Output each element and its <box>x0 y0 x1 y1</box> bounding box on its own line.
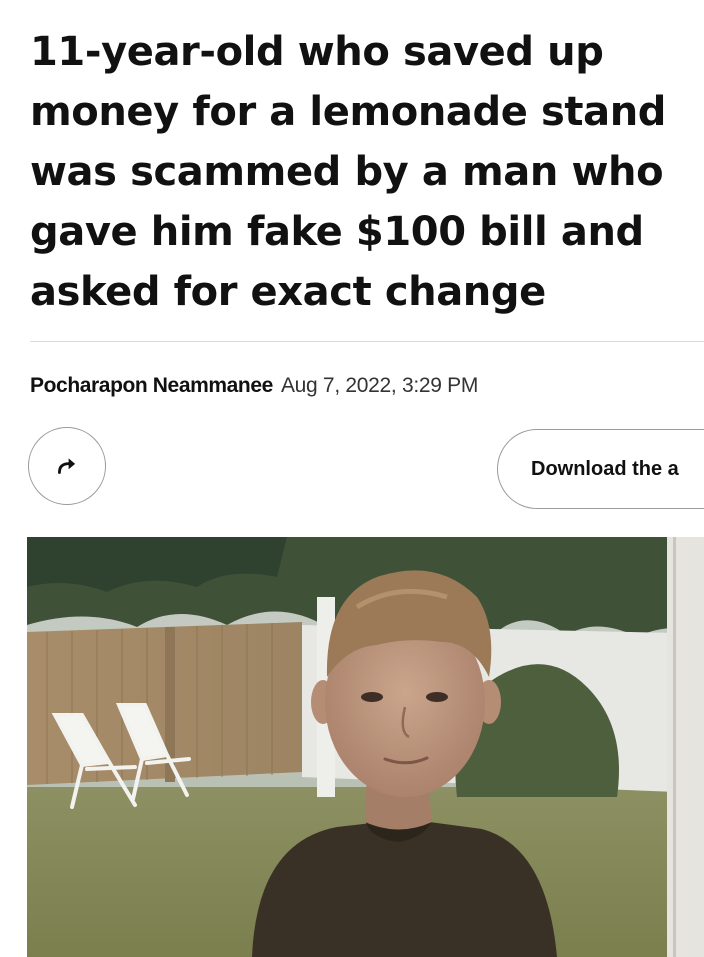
headline-divider <box>30 341 704 342</box>
author-name[interactable]: Pocharapon Neammanee <box>30 374 273 397</box>
publish-date: Aug 7, 2022, 3:29 PM <box>280 374 479 397</box>
headline-line-2: money for a lemonade stand <box>30 89 667 135</box>
headline-line-3: was scammed by a man who <box>30 149 664 195</box>
download-app-button[interactable]: Download the a <box>497 429 704 509</box>
headline-line-4: gave him fake $100 bill and <box>30 209 644 255</box>
share-arrow-icon <box>58 458 76 474</box>
headline-line-5: asked for exact change <box>30 269 546 315</box>
share-button[interactable] <box>28 427 106 505</box>
article-headline: 11-year-old who saved up money for a lem… <box>30 22 700 322</box>
article-page: 11-year-old who saved up money for a lem… <box>0 0 704 957</box>
download-app-label: Download the a <box>531 457 679 480</box>
byline: Pocharapon Neammanee Aug 7, 2022, 3:29 PM <box>30 372 478 400</box>
article-photo <box>27 537 704 957</box>
boy-photo-illustration <box>27 537 704 957</box>
headline-line-1: 11-year-old who saved up <box>30 29 604 75</box>
